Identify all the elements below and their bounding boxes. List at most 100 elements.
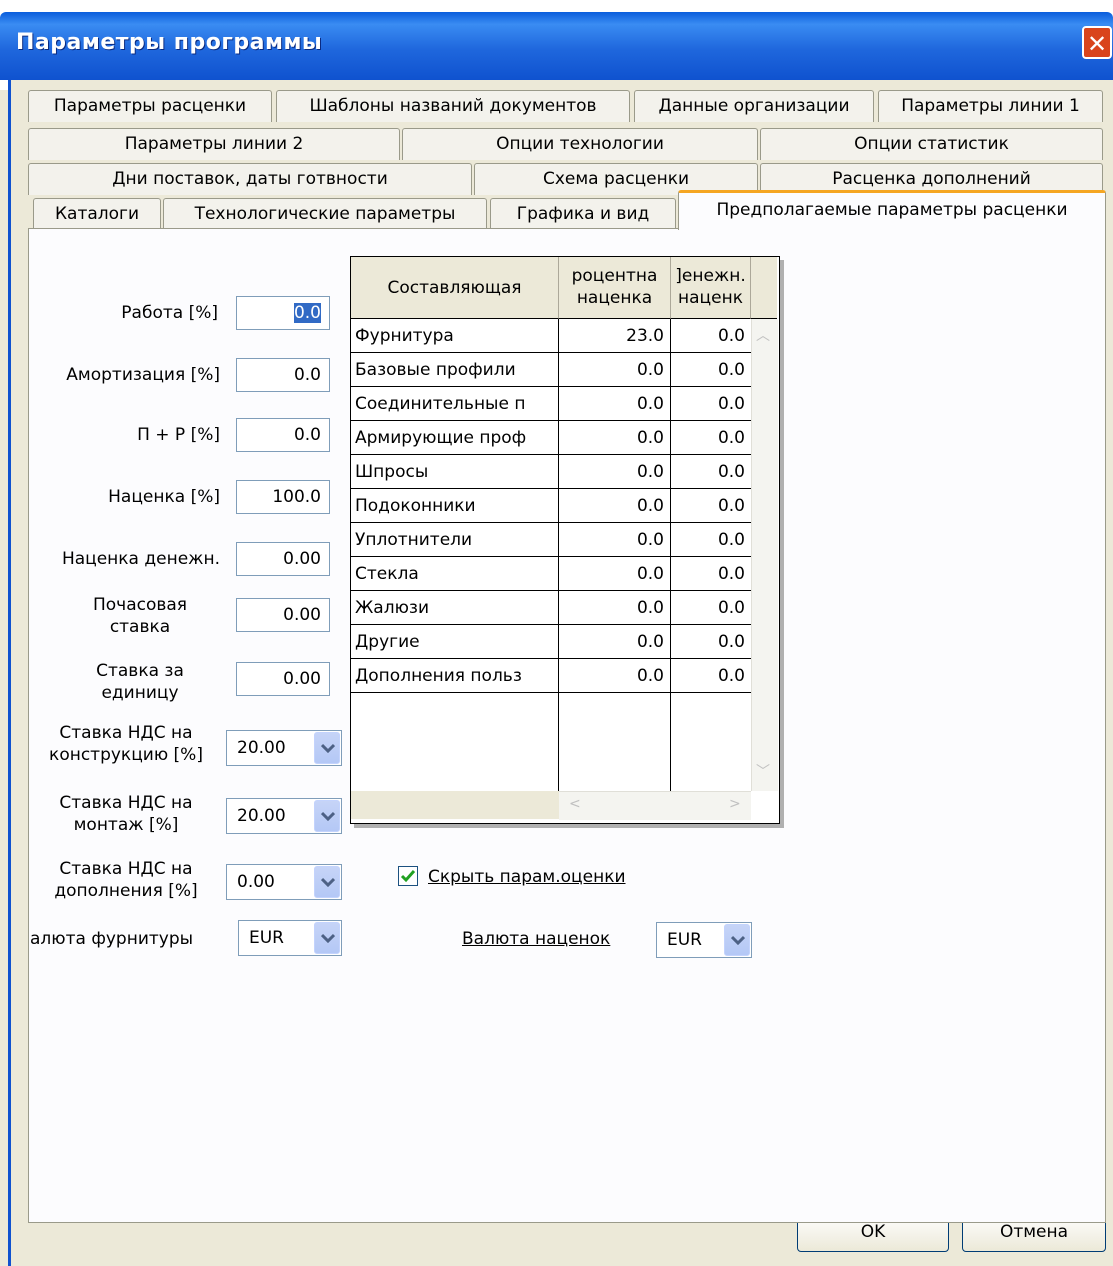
markup-money-input[interactable]: 0.00 xyxy=(236,542,330,576)
pr-label: П + Р [%] xyxy=(137,425,220,445)
table-row[interactable]: Жалюзи 0.0 0.0 xyxy=(351,591,751,625)
scroll-right-icon[interactable]: > xyxy=(729,796,741,812)
percent-markup-cell[interactable]: 0.0 xyxy=(559,523,671,557)
chevron-down-icon[interactable] xyxy=(724,924,750,956)
scroll-down-icon[interactable]: ﹀ xyxy=(756,761,770,781)
hourly-rate-input[interactable]: 0.00 xyxy=(236,598,330,632)
close-button[interactable]: ✕ xyxy=(1082,26,1112,59)
table-row[interactable]: Другие 0.0 0.0 xyxy=(351,625,751,659)
markup-input[interactable]: 100.0 xyxy=(236,480,330,514)
tab-estimated-pricing-params[interactable]: Предполагаемые параметры расценки xyxy=(678,190,1106,230)
checkmark-icon xyxy=(400,870,416,883)
chevron-down-icon[interactable] xyxy=(314,800,340,832)
money-markup-cell[interactable]: 0.0 xyxy=(671,557,751,591)
percent-markup-cell[interactable]: 0.0 xyxy=(559,387,671,421)
hardware-currency-label: алюта фурнитуры xyxy=(30,929,194,949)
percent-markup-cell[interactable]: 0.0 xyxy=(559,421,671,455)
percent-markup-cell[interactable]: 0.0 xyxy=(559,557,671,591)
percent-markup-cell[interactable]: 0.0 xyxy=(559,455,671,489)
vat-install-select[interactable]: 20.00 xyxy=(226,798,342,834)
component-cell[interactable]: Подоконники xyxy=(351,489,559,523)
table-row[interactable]: Базовые профили 0.0 0.0 xyxy=(351,353,751,387)
tab-statistics-options[interactable]: Опции статистик xyxy=(760,128,1103,160)
tab-organization-data[interactable]: Данные организации xyxy=(634,90,874,122)
vertical-scrollbar[interactable]: ︿ ﹀ xyxy=(751,319,778,791)
component-cell[interactable]: Соединительные п xyxy=(351,387,559,421)
percent-markup-cell[interactable]: 0.0 xyxy=(559,625,671,659)
percent-markup-cell[interactable]: 0.0 xyxy=(559,353,671,387)
markup-currency-select[interactable]: EUR xyxy=(656,922,752,958)
column-header-component[interactable]: Составляющая xyxy=(351,257,559,319)
component-cell[interactable]: Стекла xyxy=(351,557,559,591)
vat-install-label: Ставка НДС на монтаж [%] xyxy=(36,792,216,836)
money-markup-cell[interactable]: 0.0 xyxy=(671,387,751,421)
table-row[interactable]: Стекла 0.0 0.0 xyxy=(351,557,751,591)
column-header-percent-markup[interactable]: роцентна наценка xyxy=(559,257,671,319)
scroll-left-icon[interactable]: < xyxy=(569,796,581,812)
percent-markup-cell[interactable]: 0.0 xyxy=(559,591,671,625)
tab-tech-params[interactable]: Технологические параметры xyxy=(163,198,487,230)
tab-line1-params[interactable]: Параметры линии 1 xyxy=(878,90,1103,122)
tab-catalogs[interactable]: Каталоги xyxy=(33,198,161,230)
vat-install-label-line2: монтаж [%] xyxy=(73,815,179,835)
table-row[interactable]: Соединительные п 0.0 0.0 xyxy=(351,387,751,421)
horizontal-scrollbar[interactable]: < > xyxy=(559,791,751,820)
money-markup-cell[interactable]: 0.0 xyxy=(671,319,751,353)
vat-install-label-line1: Ставка НДС на xyxy=(59,793,193,813)
component-cell[interactable]: Уплотнители xyxy=(351,523,559,557)
markup-grid[interactable]: Составляющая роцентна наценка ]енежн. на… xyxy=(350,256,780,824)
work-input[interactable]: 0.0 xyxy=(236,296,330,330)
vat-additions-select[interactable]: 0.00 xyxy=(226,864,342,900)
component-cell[interactable]: Жалюзи xyxy=(351,591,559,625)
tab-delivery-days[interactable]: Дни поставок, даты готвности xyxy=(28,163,472,195)
percent-header-line2: наценка xyxy=(576,288,653,308)
vat-construction-select[interactable]: 20.00 xyxy=(226,730,342,766)
pr-input[interactable]: 0.0 xyxy=(236,418,330,452)
money-markup-cell[interactable]: 0.0 xyxy=(671,455,751,489)
percent-markup-cell[interactable]: 23.0 xyxy=(559,319,671,353)
markup-currency-value: EUR xyxy=(667,930,702,950)
table-row[interactable]: Фурнитура 23.0 0.0 xyxy=(351,319,751,353)
percent-markup-cell[interactable]: 0.0 xyxy=(559,489,671,523)
scroll-up-icon[interactable]: ︿ xyxy=(756,325,770,345)
tab-technology-options[interactable]: Опции технологии xyxy=(402,128,758,160)
component-cell[interactable]: Другие xyxy=(351,625,559,659)
tab-pricing-params[interactable]: Параметры расценки xyxy=(28,90,272,122)
column-header-money-markup[interactable]: ]енежн. наценк xyxy=(671,257,751,319)
table-row[interactable]: Уплотнители 0.0 0.0 xyxy=(351,523,751,557)
hide-params-checkbox[interactable] xyxy=(398,866,418,886)
money-markup-cell[interactable]: 0.0 xyxy=(671,353,751,387)
component-cell[interactable]: Базовые профили xyxy=(351,353,559,387)
money-markup-cell[interactable]: 0.0 xyxy=(671,523,751,557)
money-markup-cell[interactable]: 0.0 xyxy=(671,625,751,659)
chevron-down-icon[interactable] xyxy=(314,732,340,764)
chevron-down-icon[interactable] xyxy=(314,866,340,898)
table-row[interactable]: Шпросы 0.0 0.0 xyxy=(351,455,751,489)
hardware-currency-select[interactable]: EUR xyxy=(238,920,342,956)
chevron-down-icon[interactable] xyxy=(314,922,340,954)
table-row[interactable]: Армирующие проф 0.0 0.0 xyxy=(351,421,751,455)
tab-graphics-view[interactable]: Графика и вид xyxy=(490,198,676,230)
grid-empty-area xyxy=(559,693,671,791)
grid-corner xyxy=(751,257,777,319)
hide-params-label[interactable]: Скрыть парам.оценки xyxy=(428,866,678,888)
tab-doc-name-templates[interactable]: Шаблоны названий документов xyxy=(276,90,630,122)
component-cell[interactable]: Дополнения польз xyxy=(351,659,559,693)
table-row[interactable]: Дополнения польз 0.0 0.0 xyxy=(351,659,751,693)
percent-markup-cell[interactable]: 0.0 xyxy=(559,659,671,693)
table-row[interactable]: Подоконники 0.0 0.0 xyxy=(351,489,751,523)
component-cell[interactable]: Фурнитура xyxy=(351,319,559,353)
window-title: Параметры программы xyxy=(16,30,323,55)
component-cell[interactable]: Шпросы xyxy=(351,455,559,489)
money-markup-cell[interactable]: 0.0 xyxy=(671,659,751,693)
money-markup-cell[interactable]: 0.0 xyxy=(671,591,751,625)
markup-currency-label: Валюта наценок xyxy=(462,929,611,949)
component-cell[interactable]: Армирующие проф xyxy=(351,421,559,455)
amortization-input[interactable]: 0.0 xyxy=(236,358,330,392)
amortization-label: Амортизация [%] xyxy=(66,365,220,385)
tab-line2-params[interactable]: Параметры линии 2 xyxy=(28,128,400,160)
money-markup-cell[interactable]: 0.0 xyxy=(671,421,751,455)
money-markup-cell[interactable]: 0.0 xyxy=(671,489,751,523)
unit-rate-input[interactable]: 0.00 xyxy=(236,662,330,696)
vat-additions-label-line1: Ставка НДС на xyxy=(59,859,193,879)
